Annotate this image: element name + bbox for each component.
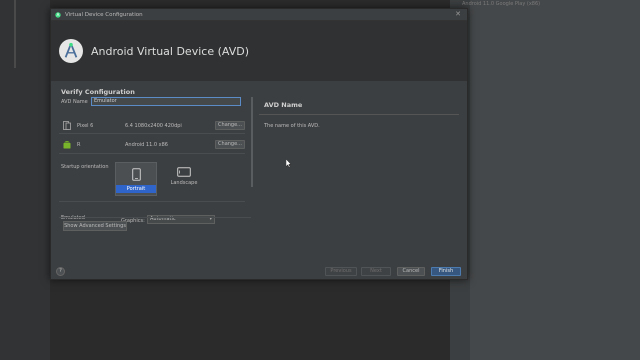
dialog-titlebar: Virtual Device Configuration ✕: [51, 9, 467, 21]
cancel-button[interactable]: Cancel: [397, 267, 425, 276]
orientation-landscape[interactable]: Landscape: [163, 162, 205, 196]
config-scrollbar[interactable]: [251, 97, 253, 187]
avd-name-row: AVD Name Emulator: [61, 97, 241, 106]
info-panel-title: AVD Name: [264, 101, 303, 109]
device-name: Pixel 6: [77, 122, 94, 129]
android-icon: [63, 141, 71, 149]
compass-icon: [64, 42, 78, 58]
system-image-spec: Android 11.0 x86: [125, 141, 168, 148]
portrait-icon: [131, 168, 141, 181]
divider: [59, 153, 245, 154]
avd-dialog: Virtual Device Configuration ✕ Android V…: [50, 8, 468, 280]
ide-right-column: [470, 0, 640, 360]
device-spec: 6.4 1080x2400 420dpi: [125, 122, 182, 129]
dialog-heading: Android Virtual Device (AVD): [91, 44, 249, 58]
ide-left-scroll-strip: [14, 0, 16, 68]
info-panel-divider: [259, 114, 459, 115]
landscape-label: Landscape: [170, 180, 198, 186]
divider: [59, 133, 245, 134]
help-icon[interactable]: ?: [56, 267, 65, 276]
orientation-portrait[interactable]: Portrait: [115, 162, 157, 196]
android-studio-icon: [55, 11, 61, 18]
info-panel-description: The name of this AVD.: [264, 123, 320, 129]
landscape-icon: [177, 167, 191, 177]
info-panel: AVD Name The name of this AVD.: [259, 99, 459, 129]
next-button[interactable]: Next: [361, 267, 391, 276]
window-title: Virtual Device Configuration: [65, 11, 143, 18]
change-device-button[interactable]: Change...: [215, 121, 245, 130]
avd-name-label: AVD Name: [61, 98, 88, 105]
phone-device-icon: [63, 121, 71, 130]
avd-name-input[interactable]: Emulator: [91, 97, 241, 106]
portrait-label: Portrait: [116, 185, 156, 193]
section-title: Verify Configuration: [61, 88, 135, 96]
change-image-button[interactable]: Change...: [215, 140, 245, 149]
avd-logo: [59, 39, 83, 63]
close-icon[interactable]: ✕: [455, 10, 461, 18]
show-advanced-settings-button[interactable]: Show Advanced Settings: [63, 221, 127, 231]
config-pane: AVD Name Emulator Pixel 6 6.4 1080x2400 …: [59, 97, 251, 224]
ide-right-panel-text: Android 11.0 Google Play (x86): [462, 1, 541, 7]
system-image-name: R: [77, 141, 81, 148]
finish-button[interactable]: Finish: [431, 267, 461, 276]
dialog-banner: Android Virtual Device (AVD): [51, 21, 467, 81]
startup-orientation-label: Startup orientation: [61, 164, 109, 170]
mouse-cursor-icon: [286, 159, 292, 168]
device-row: Pixel 6 6.4 1080x2400 420dpi Change...: [63, 121, 245, 130]
ide-left-background: [0, 0, 50, 360]
system-image-row: R Android 11.0 x86 Change...: [63, 140, 245, 149]
previous-button[interactable]: Previous: [325, 267, 357, 276]
divider: [59, 201, 245, 202]
config-pane-bottom-border: [59, 217, 251, 218]
